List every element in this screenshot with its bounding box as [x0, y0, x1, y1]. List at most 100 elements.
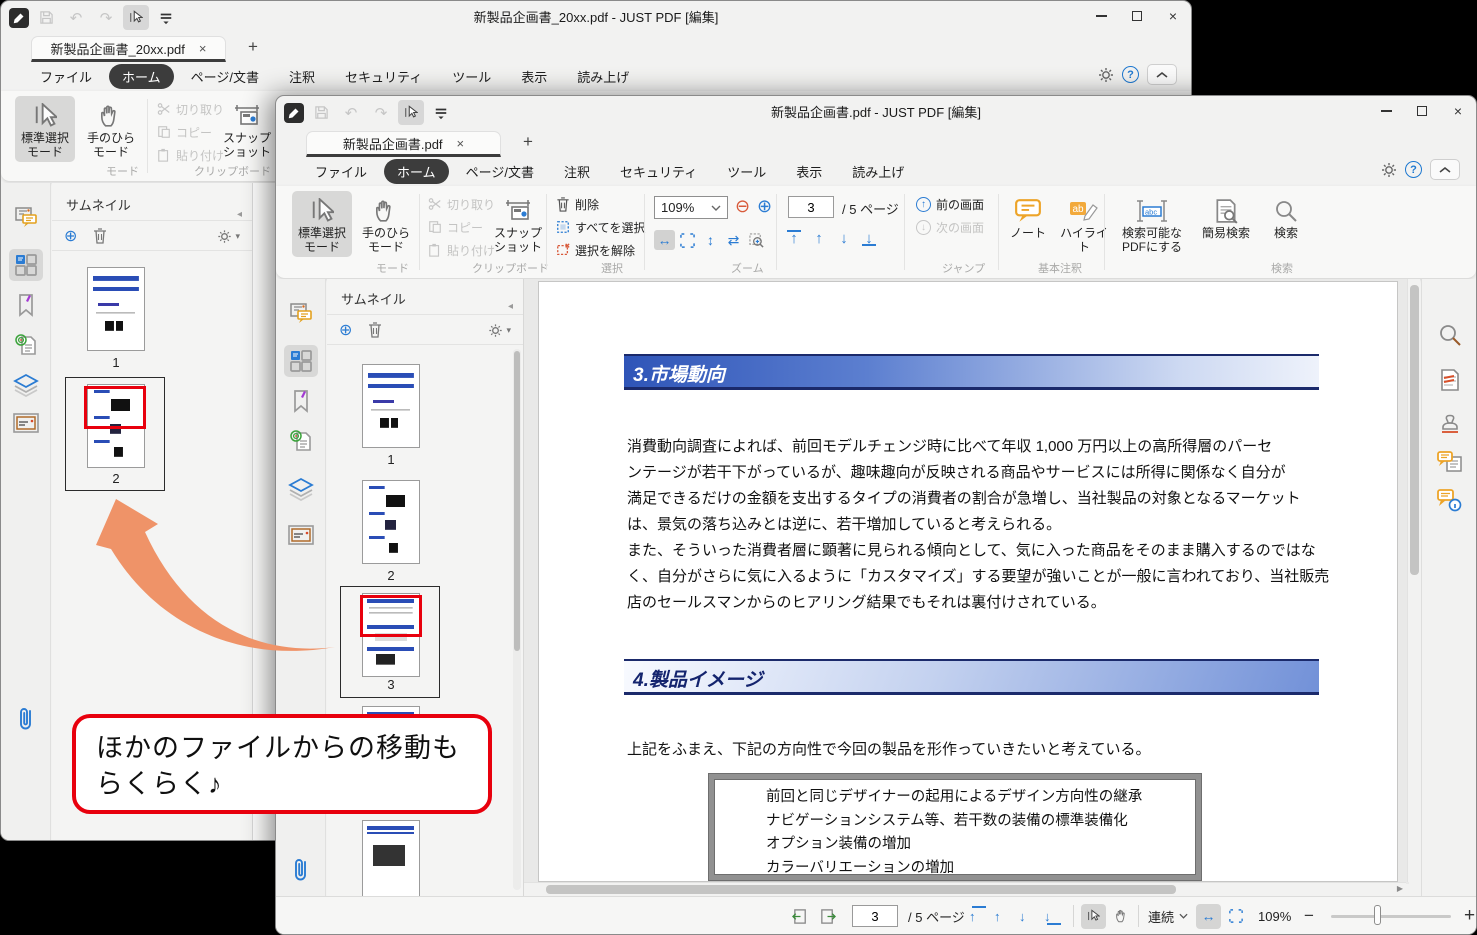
- maximize-button[interactable]: [1404, 96, 1440, 126]
- previous-page-button[interactable]: ↑: [809, 230, 829, 247]
- settings-gear-icon[interactable]: [1381, 162, 1397, 178]
- comment-list-panel-icon[interactable]: [1433, 447, 1467, 479]
- attachments-panel-icon[interactable]: [284, 854, 318, 886]
- paste-button[interactable]: 貼り付け: [157, 145, 224, 165]
- next-view-icon[interactable]: [819, 897, 836, 935]
- save-button[interactable]: [33, 5, 59, 30]
- document-area[interactable]: 3.市場動向 消費動向調査によれば、前回モデルチェンジ時に比べて年収 1,000…: [524, 279, 1409, 884]
- thumbnail-page-1[interactable]: [362, 364, 420, 448]
- minimize-button[interactable]: [1368, 96, 1404, 126]
- document-tab[interactable]: 新製品企画書_20xx.pdf ×: [31, 36, 226, 62]
- redaction-panel-icon[interactable]: [1433, 364, 1467, 396]
- new-tab-button[interactable]: +: [241, 37, 265, 57]
- delete-button[interactable]: 削除: [556, 194, 599, 214]
- menu-security[interactable]: セキュリティ: [332, 64, 435, 89]
- comments-panel-icon[interactable]: [284, 297, 318, 329]
- panel-options-button[interactable]: ▾: [217, 229, 240, 244]
- search-panel-icon[interactable]: [1433, 319, 1467, 351]
- zoom-in-button[interactable]: +: [1464, 897, 1475, 935]
- attachments-panel-icon[interactable]: [9, 703, 43, 735]
- next-page-button[interactable]: ↓: [1019, 906, 1039, 926]
- status-select-mode-button[interactable]: [1081, 904, 1106, 929]
- redo-button[interactable]: ↷: [93, 5, 119, 30]
- redo-button[interactable]: ↷: [368, 100, 394, 125]
- previous-page-button[interactable]: ↑: [994, 906, 1014, 926]
- status-page-number-input[interactable]: [852, 905, 898, 927]
- select-tool-button[interactable]: [123, 5, 149, 30]
- status-fit-width-button[interactable]: ↔: [1196, 904, 1221, 929]
- copy-button[interactable]: コピー: [428, 217, 483, 237]
- thumbnail-page-5[interactable]: [362, 820, 420, 896]
- stamp-panel-icon[interactable]: [1433, 407, 1467, 439]
- view-mode-dropdown[interactable]: 連続: [1148, 897, 1188, 935]
- menu-security[interactable]: セキュリティ: [607, 159, 710, 184]
- previous-view-button[interactable]: ↑ 前の画面: [916, 194, 984, 214]
- thumbnail-page-1[interactable]: [87, 267, 145, 351]
- close-button[interactable]: ×: [1155, 1, 1191, 31]
- help-icon[interactable]: ?: [1405, 161, 1422, 178]
- simple-search-button[interactable]: 簡易検索: [1194, 191, 1258, 257]
- status-hand-mode-button[interactable]: [1109, 904, 1134, 929]
- cut-button[interactable]: 切り取り: [428, 194, 495, 214]
- maximize-button[interactable]: [1119, 1, 1155, 31]
- hand-mode-button[interactable]: 手のひら モード: [356, 191, 416, 257]
- destinations-panel-icon[interactable]: [9, 329, 43, 361]
- horizontal-scroll-thumb[interactable]: [546, 885, 1176, 894]
- thumbnail-page-2[interactable]: [362, 480, 420, 564]
- menu-view[interactable]: 表示: [783, 159, 835, 184]
- last-page-button[interactable]: ↓: [1044, 906, 1064, 926]
- comment-info-panel-icon[interactable]: [1433, 485, 1467, 517]
- snapshot-button[interactable]: スナップ ショット: [217, 96, 277, 162]
- menu-annotation[interactable]: 注釈: [551, 159, 603, 184]
- panel-scrollbar[interactable]: [513, 349, 521, 890]
- signature-panel-icon[interactable]: [284, 519, 318, 551]
- add-page-button[interactable]: ⊕: [64, 226, 77, 246]
- previous-view-icon[interactable]: [792, 897, 809, 935]
- undo-button[interactable]: ↶: [63, 5, 89, 30]
- note-button[interactable]: ノート: [1004, 191, 1052, 257]
- help-icon[interactable]: ?: [1122, 66, 1139, 83]
- select-all-button[interactable]: すべてを選択: [556, 217, 645, 237]
- delete-page-button[interactable]: [368, 322, 382, 338]
- vertical-scroll-thumb[interactable]: [1410, 285, 1419, 575]
- snapshot-button[interactable]: スナップ ショット: [488, 191, 548, 257]
- menu-home[interactable]: ホーム: [109, 64, 174, 89]
- menu-view[interactable]: 表示: [508, 64, 560, 89]
- scroll-right-arrow[interactable]: ▶: [1397, 884, 1403, 893]
- quick-menu-button[interactable]: [428, 100, 454, 125]
- tab-close-icon[interactable]: ×: [199, 41, 207, 56]
- settings-gear-icon[interactable]: [1098, 67, 1114, 83]
- hand-mode-button[interactable]: 手のひら モード: [81, 96, 141, 162]
- zoom-area-button[interactable]: [746, 230, 767, 250]
- menu-tools[interactable]: ツール: [714, 159, 779, 184]
- menu-page-document[interactable]: ページ/文書: [178, 64, 272, 89]
- minimize-button[interactable]: [1083, 1, 1119, 31]
- menu-file[interactable]: ファイル: [27, 64, 105, 89]
- layers-panel-icon[interactable]: [9, 369, 43, 401]
- undo-button[interactable]: ↶: [338, 100, 364, 125]
- collapse-ribbon-button[interactable]: [1430, 159, 1460, 180]
- fit-height-button[interactable]: ↕: [700, 230, 721, 250]
- bookmarks-panel-icon[interactable]: [9, 289, 43, 321]
- copy-button[interactable]: コピー: [157, 122, 212, 142]
- thumbnails-panel-icon[interactable]: [284, 345, 318, 377]
- panel-options-button[interactable]: ▾: [488, 323, 511, 338]
- close-button[interactable]: ×: [1440, 96, 1476, 126]
- standard-select-mode-button[interactable]: 標準選択 モード: [292, 191, 352, 257]
- menu-home[interactable]: ホーム: [384, 159, 449, 184]
- zoom-slider-thumb[interactable]: [1374, 905, 1381, 925]
- new-tab-button[interactable]: +: [516, 132, 540, 152]
- document-tab[interactable]: 新製品企画書.pdf ×: [306, 131, 501, 157]
- thumbnails-panel-icon[interactable]: [9, 249, 43, 281]
- layers-panel-icon[interactable]: [284, 473, 318, 505]
- menu-file[interactable]: ファイル: [302, 159, 380, 184]
- deselect-button[interactable]: 選択を解除: [556, 240, 635, 260]
- menu-read-aloud[interactable]: 読み上げ: [839, 159, 917, 184]
- status-fit-page-button[interactable]: [1223, 904, 1248, 929]
- menu-read-aloud[interactable]: 読み上げ: [564, 64, 642, 89]
- zoom-in-button[interactable]: ⊕: [757, 196, 772, 217]
- bookmarks-panel-icon[interactable]: [284, 385, 318, 417]
- horizontal-scrollbar[interactable]: ▶: [524, 882, 1406, 895]
- next-view-button[interactable]: ↓ 次の画面: [916, 217, 984, 237]
- menu-page-document[interactable]: ページ/文書: [453, 159, 547, 184]
